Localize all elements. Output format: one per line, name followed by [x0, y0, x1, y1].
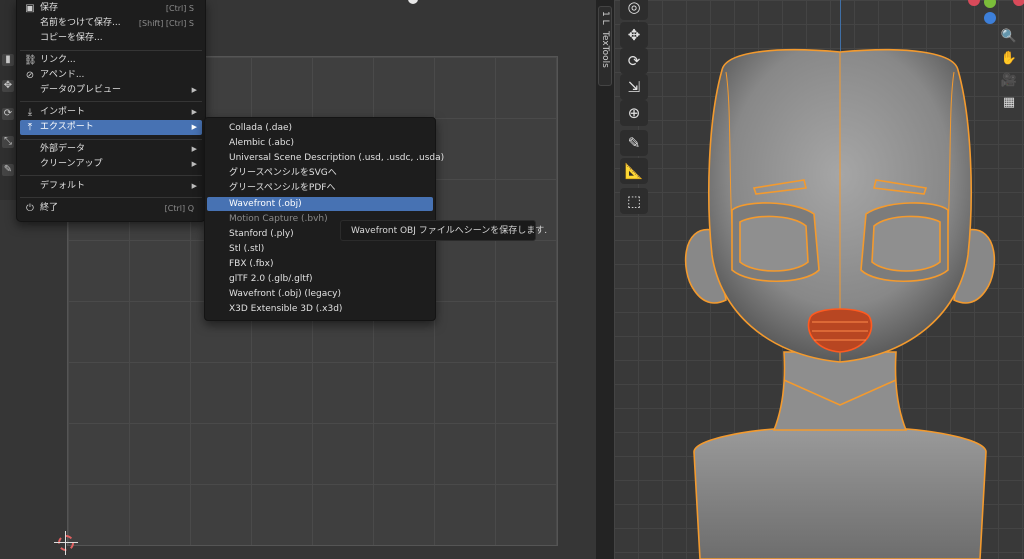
menu-separator: [20, 50, 202, 51]
export-item-fbx[interactable]: FBX (.fbx): [207, 257, 433, 271]
hand-pan-icon[interactable]: ✋: [1000, 50, 1018, 68]
zoom-icon[interactable]: 🔍: [1000, 28, 1018, 46]
add-cube-icon[interactable]: ⬚: [620, 188, 648, 214]
submenu-arrow-icon: ▶: [191, 108, 197, 116]
textools-tab-mark: 1 L: [600, 11, 610, 25]
menu-item-save[interactable]: ▣ 保存 [Ctrl] S: [20, 1, 202, 16]
move-icon[interactable]: ✥: [620, 22, 648, 48]
export-item-gltf[interactable]: glTF 2.0 (.glb/.gltf): [207, 272, 433, 286]
menu-separator: [20, 139, 202, 140]
export-item-gp-pdf[interactable]: グリースペンシルをPDFへ: [207, 181, 433, 195]
power-icon: ⏻: [26, 203, 34, 214]
uv-toolbar: ▮ ✥ ⟳ ⤡ ✎: [0, 0, 16, 200]
submenu-arrow-icon: ▶: [191, 160, 197, 168]
menu-separator: [20, 197, 202, 198]
select-tool-icon[interactable]: ▮: [2, 54, 14, 66]
2d-cursor-icon[interactable]: [54, 531, 78, 555]
transform-icon[interactable]: ⊕: [620, 100, 648, 126]
menu-item-append[interactable]: ⊘ アペンド...: [20, 68, 202, 83]
submenu-arrow-icon: ▶: [191, 123, 197, 131]
export-item-alembic[interactable]: Alembic (.abc): [207, 136, 433, 150]
link-icon: ⛓: [24, 55, 37, 66]
3d-viewport[interactable]: ◎ ✥ ⟳ ⇲ ⊕ ✎ 📐 ⬚ 🔍 ✋ 🎥 ▦: [614, 0, 1024, 559]
annotate-tool-icon[interactable]: ✎: [2, 164, 14, 176]
menu-item-external-data[interactable]: 外部データ ▶: [20, 142, 202, 157]
menu-item-quit[interactable]: ⏻ 終了 [Ctrl] Q: [20, 201, 202, 216]
measure-icon[interactable]: 📐: [620, 158, 648, 184]
menu-item-data-preview[interactable]: データのプレビュー ▶: [20, 83, 202, 98]
export-item-stl[interactable]: Stl (.stl): [207, 242, 433, 256]
submenu-arrow-icon: ▶: [191, 145, 197, 153]
model-outline: [684, 48, 996, 559]
append-icon: ⊘: [25, 70, 35, 81]
menu-item-clean-up[interactable]: クリーンアップ ▶: [20, 157, 202, 172]
cursor-icon[interactable]: ◎: [620, 0, 648, 20]
submenu-arrow-icon: ▶: [191, 182, 197, 190]
save-icon: ▣: [25, 3, 35, 14]
annotate-icon[interactable]: ✎: [620, 130, 648, 156]
menu-item-save-as[interactable]: 名前をつけて保存... [Shift] [Ctrl] S: [20, 16, 202, 31]
export-icon: ⤒: [27, 122, 33, 133]
menu-item-export[interactable]: ⤒ エクスポート ▶: [20, 120, 202, 135]
tooltip: Wavefront OBJ ファイルへシーンを保存します.: [340, 220, 547, 241]
textools-tab[interactable]: 1 L TexTools: [598, 6, 612, 86]
export-item-collada[interactable]: Collada (.dae): [207, 121, 433, 135]
move-tool-icon[interactable]: ✥: [2, 80, 14, 92]
menu-item-defaults[interactable]: デフォルト ▶: [20, 179, 202, 194]
export-item-gp-svg[interactable]: グリースペンシルをSVGへ: [207, 166, 433, 180]
submenu-arrow-icon: ▶: [191, 86, 197, 94]
export-item-x3d[interactable]: X3D Extensible 3D (.x3d): [207, 302, 433, 316]
file-menu: ▣ 保存 [Ctrl] S 名前をつけて保存... [Shift] [Ctrl]…: [16, 0, 206, 222]
gizmo-z-icon[interactable]: [984, 12, 996, 24]
export-submenu: Collada (.dae) Alembic (.abc) Universal …: [204, 117, 444, 321]
textools-tab-label: TexTools: [600, 30, 610, 68]
menu-item-import[interactable]: ⤓ インポート ▶: [20, 105, 202, 120]
menu-item-link[interactable]: ⛓ リンク...: [20, 53, 202, 68]
grid-view-icon[interactable]: ▦: [1000, 94, 1018, 112]
export-item-usd[interactable]: Universal Scene Description (.usd, .usdc…: [207, 151, 444, 165]
camera-icon[interactable]: 🎥: [1000, 72, 1018, 90]
head-model[interactable]: [614, 0, 1024, 559]
scale-icon[interactable]: ⇲: [620, 74, 648, 100]
rotate-icon[interactable]: ⟳: [620, 48, 648, 74]
import-icon: ⤓: [27, 107, 33, 118]
rotate-tool-icon[interactable]: ⟳: [2, 108, 14, 120]
menu-separator: [20, 101, 202, 102]
export-item-obj-legacy[interactable]: Wavefront (.obj) (legacy): [207, 287, 433, 301]
export-item-wavefront-obj[interactable]: Wavefront (.obj): [207, 197, 433, 211]
scale-tool-icon[interactable]: ⤡: [2, 136, 14, 148]
menu-item-save-copy[interactable]: コピーを保存...: [20, 31, 202, 46]
menu-separator: [20, 175, 202, 176]
